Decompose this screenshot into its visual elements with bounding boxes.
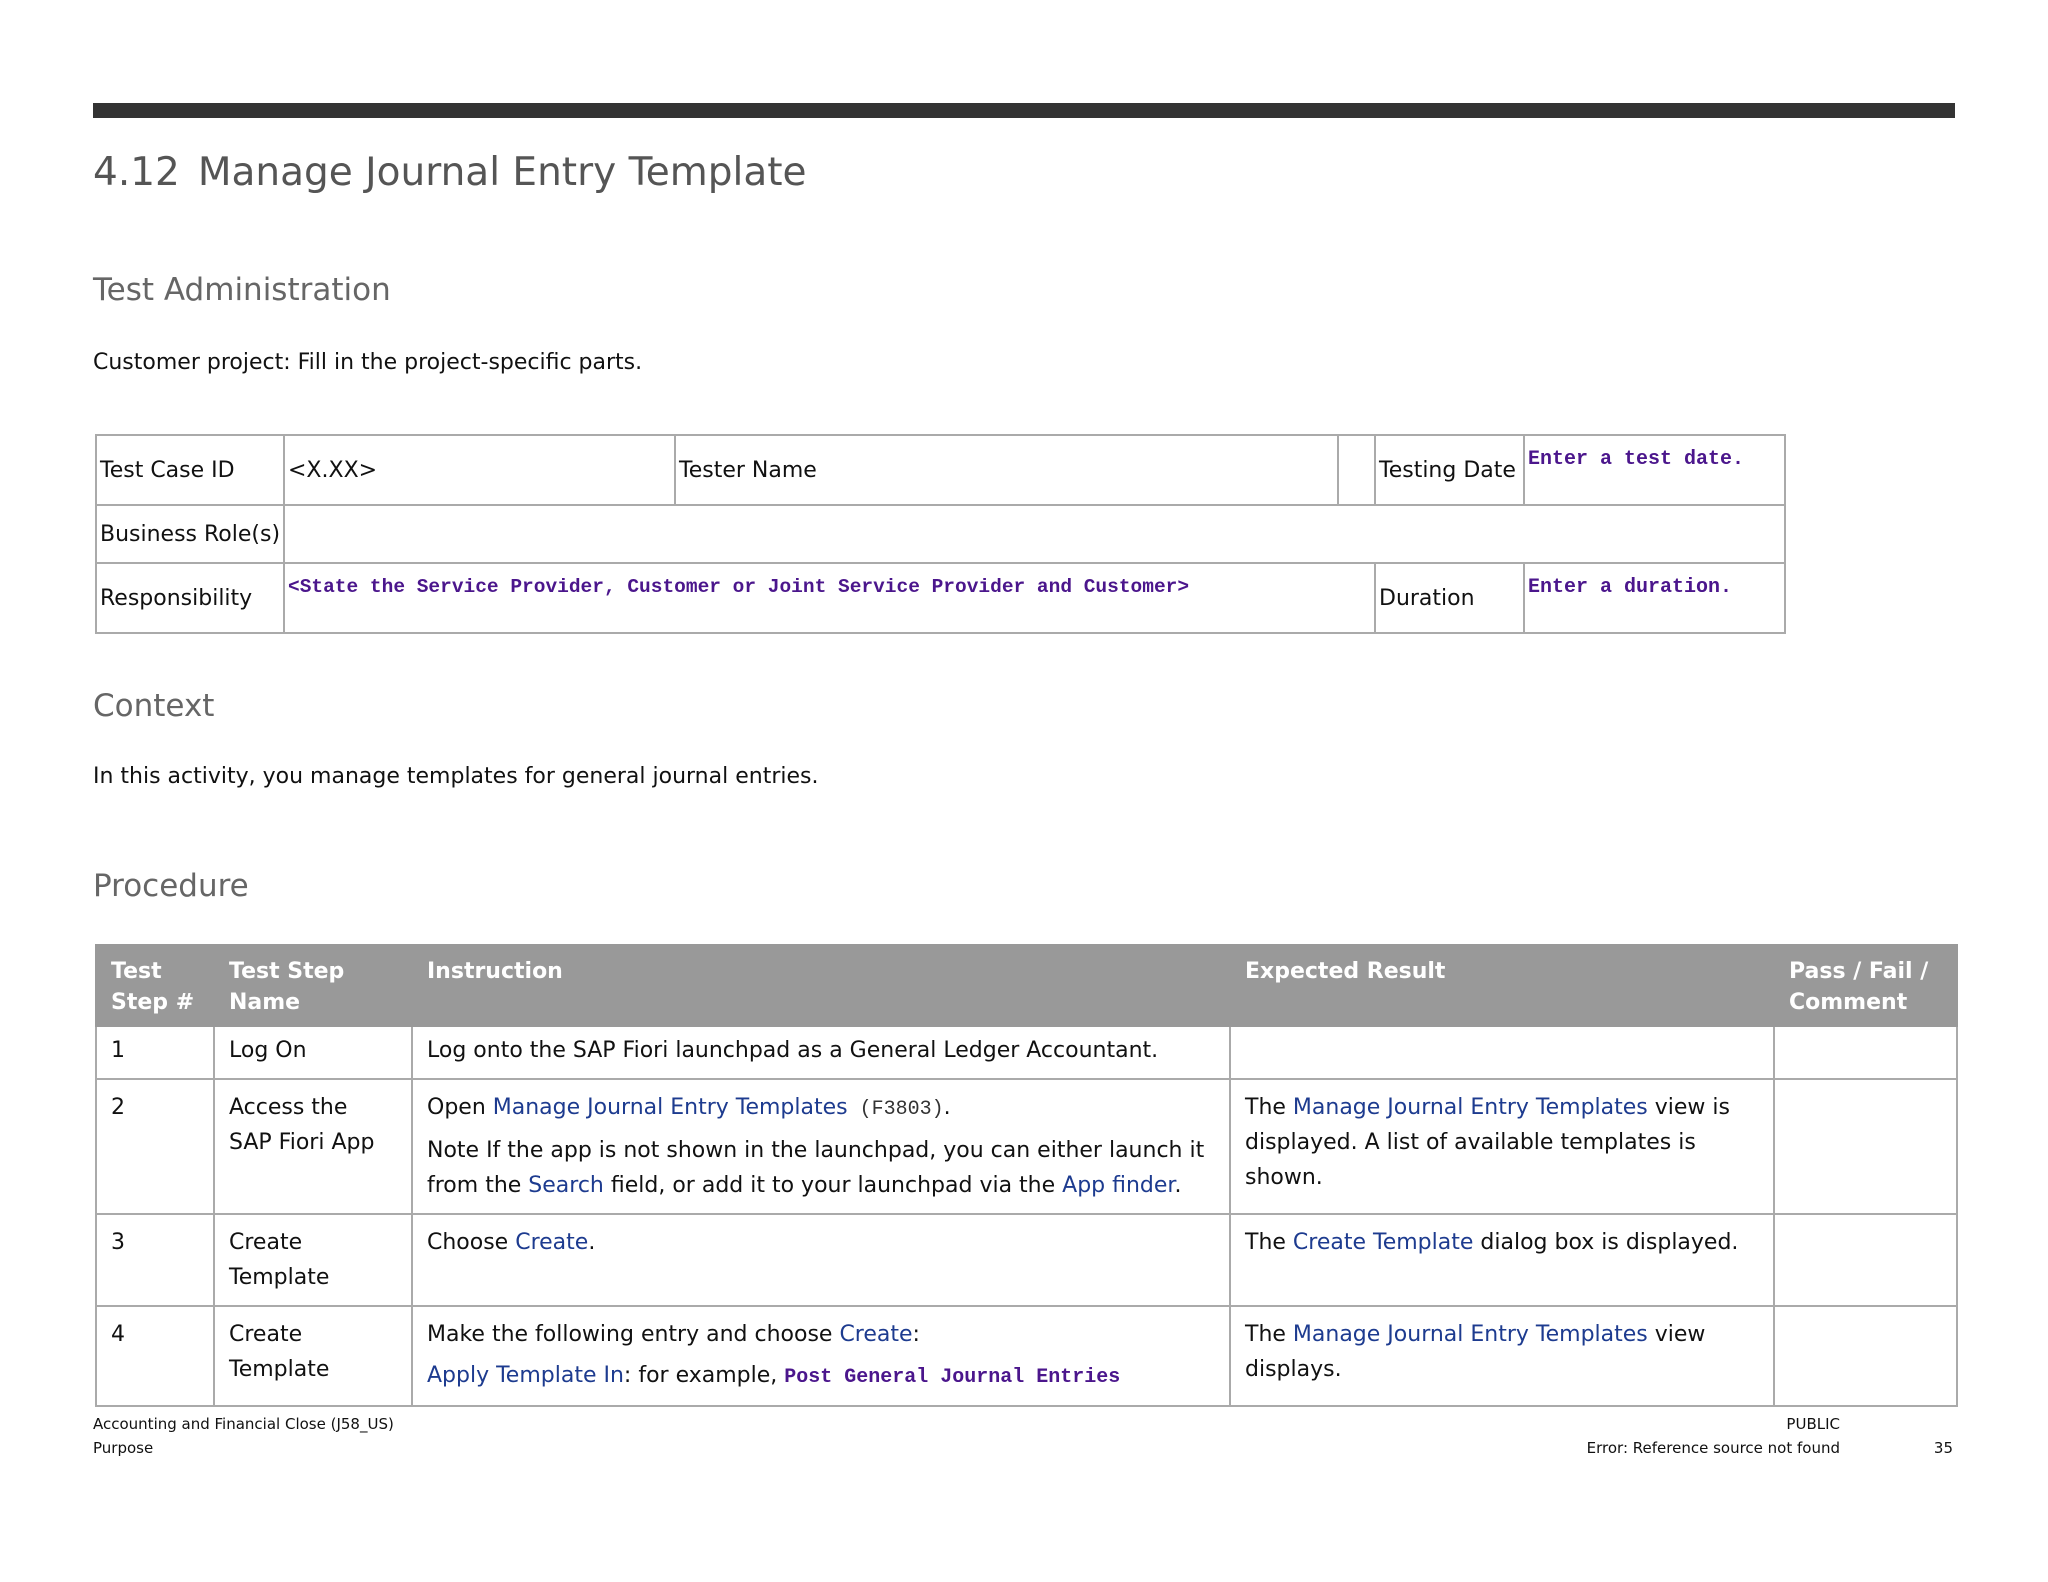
table-row: Test Case ID <X.XX> Tester Name Testing …: [95, 434, 1786, 506]
step-number: 1: [95, 1025, 215, 1080]
page-number: 35: [1933, 1439, 1953, 1457]
step-name: Log On: [213, 1025, 413, 1080]
app-link[interactable]: Manage Journal Entry Templates: [1293, 1095, 1648, 1120]
instruction: Make the following entry and choose Crea…: [411, 1305, 1231, 1407]
table-row: 3 Create Template Choose Create. The Cre…: [95, 1213, 1958, 1307]
pass-fail-comment-field[interactable]: [1773, 1025, 1958, 1080]
tester-name-field[interactable]: [1337, 434, 1376, 506]
text: The: [1245, 1230, 1293, 1255]
section-top-bar: [93, 103, 1955, 118]
test-admin-intro: Customer project: Fill in the project-sp…: [93, 350, 643, 375]
column-header: Expected Result: [1229, 944, 1775, 1027]
column-header: Pass / Fail / Comment: [1773, 944, 1958, 1027]
table-row: Responsibility <State the Service Provid…: [95, 562, 1786, 634]
text: Open: [427, 1095, 493, 1120]
text: The: [1245, 1095, 1293, 1120]
procedure-heading: Procedure: [93, 868, 249, 904]
text: Make the following entry and choose: [427, 1322, 840, 1347]
section-title-text: Manage Journal Entry Template: [197, 150, 807, 195]
test-case-id-label: Test Case ID: [95, 434, 285, 506]
field-link[interactable]: Apply Template In: [427, 1363, 624, 1388]
app-link[interactable]: Manage Journal Entry Templates: [493, 1095, 848, 1120]
table-header-row: Test Step # Test Step Name Instruction E…: [95, 944, 1958, 1027]
text: Choose: [427, 1230, 516, 1255]
expected-result: The Manage Journal Entry Templates view …: [1229, 1078, 1775, 1215]
step-name: Create Template: [213, 1213, 413, 1307]
table-row: Business Role(s): [95, 504, 1786, 564]
table-row: 1 Log On Log onto the SAP Fiori launchpa…: [95, 1025, 1958, 1080]
procedure-table: Test Step # Test Step Name Instruction E…: [95, 944, 1958, 1407]
business-roles-label: Business Role(s): [95, 504, 285, 564]
text: .: [943, 1095, 951, 1120]
pass-fail-comment-field[interactable]: [1773, 1213, 1958, 1307]
column-header: Test Step #: [95, 944, 215, 1027]
footer-document-title: Accounting and Financial Close (J58_US): [93, 1415, 394, 1433]
step-name: Access the SAP Fiori App: [213, 1078, 413, 1215]
table-row: 2 Access the SAP Fiori App Open Manage J…: [95, 1078, 1958, 1215]
dialog-link[interactable]: Create Template: [1293, 1230, 1473, 1255]
text: .: [588, 1230, 596, 1255]
footer-section: Purpose: [93, 1439, 154, 1457]
context-heading: Context: [93, 688, 215, 724]
responsibility-label: Responsibility: [95, 562, 285, 634]
test-admin-table: Test Case ID <X.XX> Tester Name Testing …: [95, 434, 1786, 634]
text: : for example,: [623, 1363, 785, 1388]
expected-result: The Manage Journal Entry Templates view …: [1229, 1305, 1775, 1407]
responsibility-field[interactable]: <State the Service Provider, Customer or…: [283, 562, 1376, 634]
tester-name-label: Tester Name: [674, 434, 1339, 506]
pass-fail-comment-field[interactable]: [1773, 1078, 1958, 1215]
footer-reference: Error: Reference source not found: [1586, 1439, 1840, 1457]
duration-field[interactable]: Enter a duration.: [1523, 562, 1786, 634]
step-number: 3: [95, 1213, 215, 1307]
expected-result: [1229, 1025, 1775, 1080]
field-value: Post General Journal Entries: [784, 1366, 1121, 1389]
note-text: .: [1174, 1173, 1182, 1198]
instruction: Open Manage Journal Entry Templates (F38…: [411, 1078, 1231, 1215]
test-admin-heading: Test Administration: [93, 272, 391, 308]
column-header: Test Step Name: [213, 944, 413, 1027]
search-link[interactable]: Search: [528, 1173, 604, 1198]
section-title: 4.12 Manage Journal Entry Template: [93, 150, 807, 195]
expected-result: The Create Template dialog box is displa…: [1229, 1213, 1775, 1307]
testing-date-label: Testing Date: [1374, 434, 1525, 506]
text: :: [912, 1322, 920, 1347]
note-text: field, or add it to your launchpad via t…: [603, 1173, 1063, 1198]
pass-fail-comment-field[interactable]: [1773, 1305, 1958, 1407]
step-number: 2: [95, 1078, 215, 1215]
context-text: In this activity, you manage templates f…: [93, 764, 819, 789]
business-roles-field[interactable]: [283, 504, 1786, 564]
instruction: Choose Create.: [411, 1213, 1231, 1307]
create-link[interactable]: Create: [839, 1322, 912, 1347]
footer-classification: PUBLIC: [1786, 1415, 1840, 1433]
text: The: [1245, 1322, 1293, 1347]
app-finder-link[interactable]: App finder: [1062, 1173, 1174, 1198]
app-link[interactable]: Manage Journal Entry Templates: [1293, 1322, 1648, 1347]
create-link[interactable]: Create: [515, 1230, 588, 1255]
section-number: 4.12: [93, 150, 180, 195]
step-name: Create Template: [213, 1305, 413, 1407]
step-number: 4: [95, 1305, 215, 1407]
duration-label: Duration: [1374, 562, 1525, 634]
testing-date-field[interactable]: Enter a test date.: [1523, 434, 1786, 506]
table-row: 4 Create Template Make the following ent…: [95, 1305, 1958, 1407]
text: dialog box is displayed.: [1473, 1230, 1739, 1255]
test-case-id-field[interactable]: <X.XX>: [283, 434, 676, 506]
instruction: Log onto the SAP Fiori launchpad as a Ge…: [411, 1025, 1231, 1080]
app-id: (F3803): [847, 1098, 944, 1121]
column-header: Instruction: [411, 944, 1231, 1027]
